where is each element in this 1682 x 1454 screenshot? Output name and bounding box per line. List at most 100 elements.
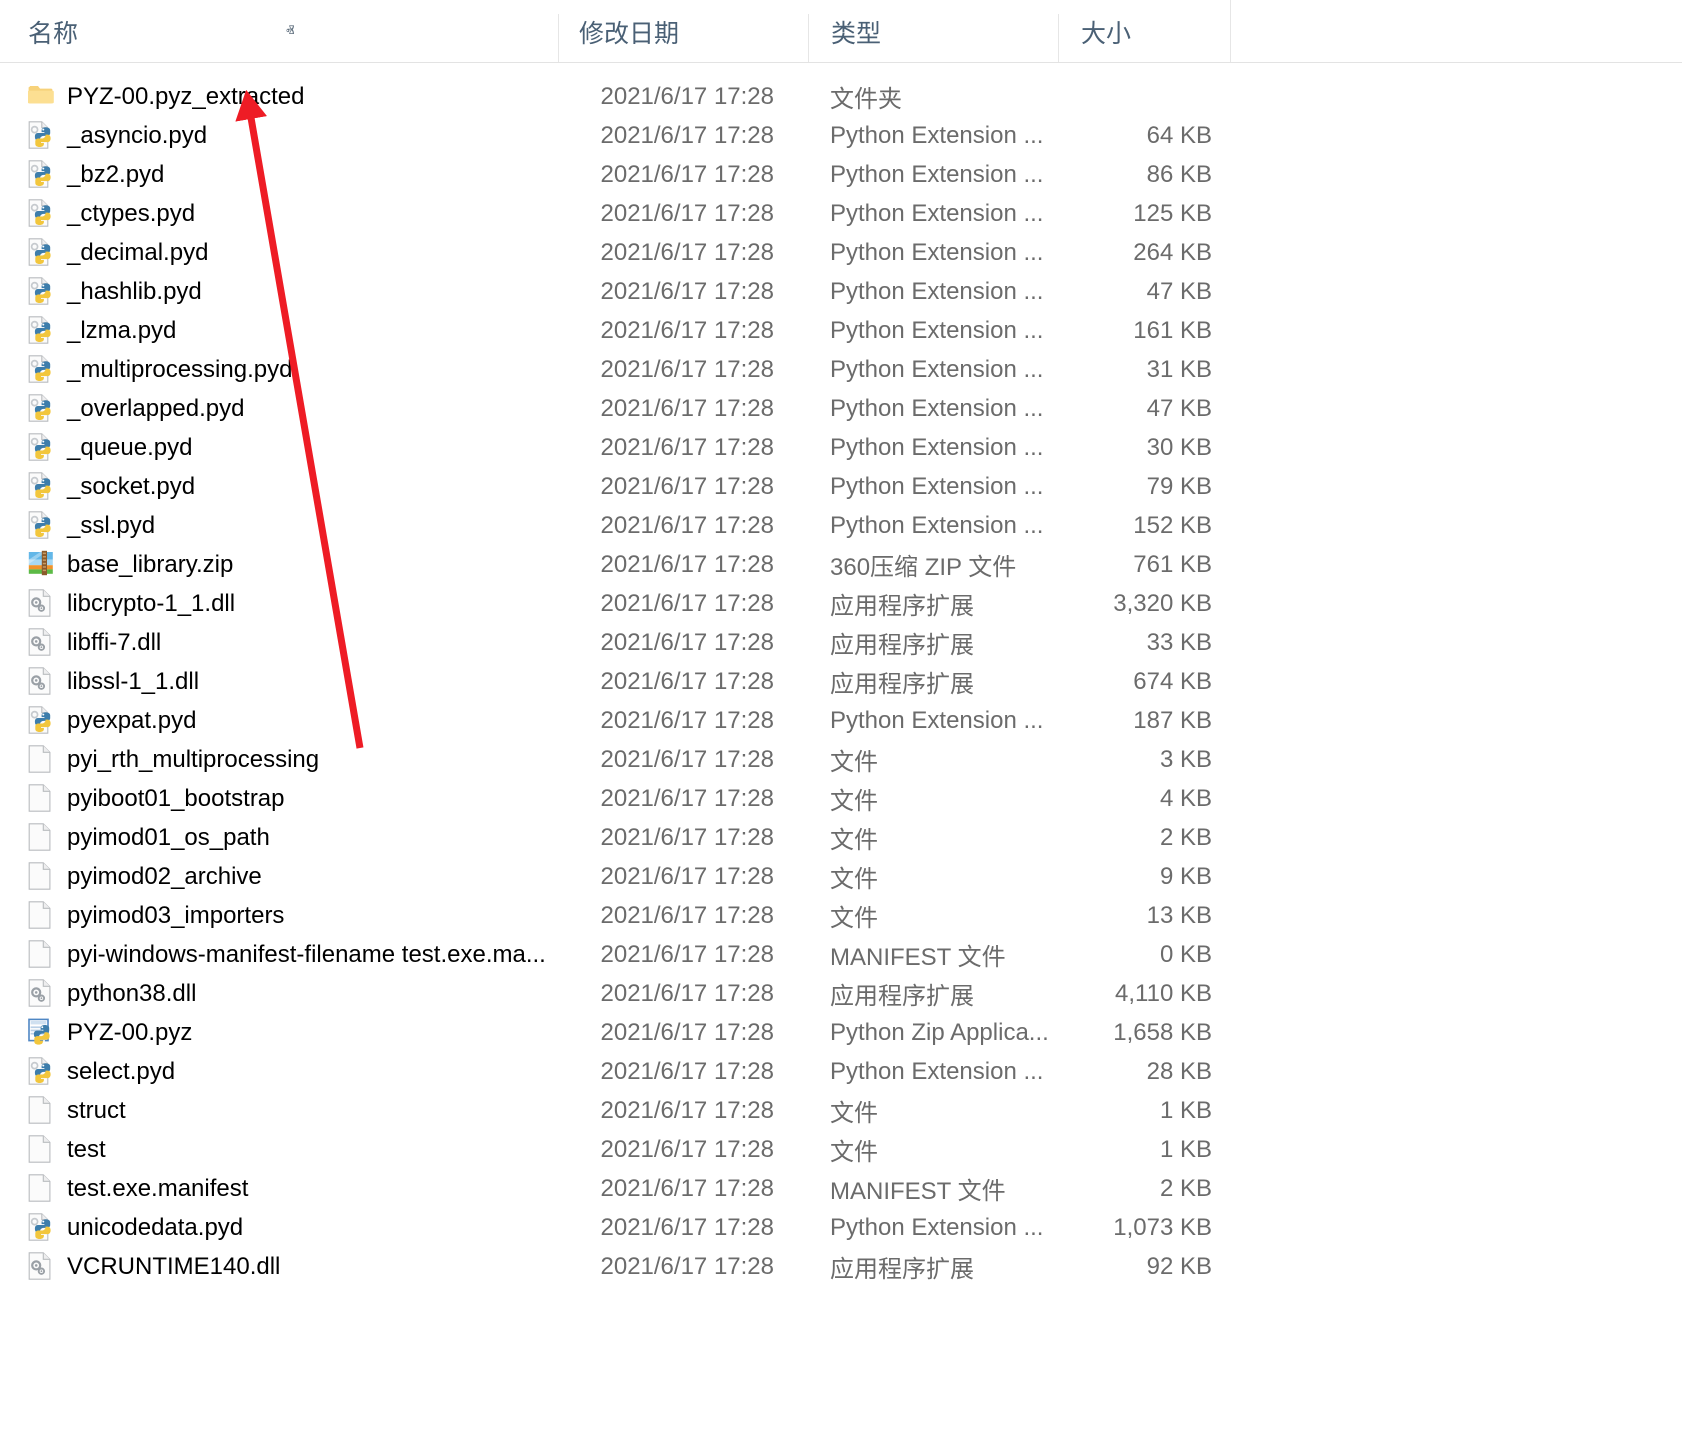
file-row[interactable]: _ssl.pyd 2021/6/17 17:28 Python Extension …	[0, 506, 1682, 545]
file-row[interactable]: pyi-windows-manifest-filename test.exe.m…	[0, 935, 1682, 974]
column-header-date-modified[interactable]: 修改日期	[558, 14, 808, 62]
file-name-cell[interactable]: _queue.pyd	[0, 432, 558, 463]
file-row[interactable]: unicodedata.pyd 2021/6/17 17:28 Python Ext…	[0, 1208, 1682, 1247]
file-size: 13 KB	[1146, 901, 1212, 929]
column-header-type[interactable]: 类型	[808, 14, 1058, 62]
file-type: 应用程序扩展	[830, 983, 974, 1010]
file-name-cell[interactable]: pyiboot01_bootstrap	[0, 783, 558, 814]
file-row[interactable]: test.exe.manifest 2021/6/17 17:28 MANIFEST…	[0, 1169, 1682, 1208]
python-zip-app-icon	[28, 1018, 54, 1048]
file-name-label: test	[67, 1135, 106, 1163]
file-name-cell[interactable]: _socket.pyd	[0, 471, 558, 502]
file-name-label: libssl-1_1.dll	[67, 667, 200, 695]
file-row[interactable]: base_library.zip 2021/6/17 17:28 360压缩 ZIP…	[0, 545, 1682, 584]
file-row[interactable]: pyexpat.pyd 2021/6/17 17:28 Python Extensi…	[0, 701, 1682, 740]
file-name-cell[interactable]: test.exe.manifest	[0, 1173, 558, 1204]
column-header-name[interactable]: 名称 ⱏ	[0, 14, 558, 62]
file-name-cell[interactable]: unicodedata.pyd	[0, 1212, 558, 1243]
file-date-modified: 2021/6/17 17:28	[600, 472, 775, 500]
file-name-cell[interactable]: python38.dll	[0, 978, 558, 1009]
file-name-cell[interactable]: libssl-1_1.dll	[0, 666, 558, 697]
file-name-label: _asyncio.pyd	[67, 121, 208, 149]
file-row[interactable]: libcrypto-1_1.dll 2021/6/17 17:28 应用程序扩展 3,…	[0, 584, 1682, 623]
file-type: MANIFEST 文件	[830, 1178, 1006, 1205]
file-name-cell[interactable]: libcrypto-1_1.dll	[0, 588, 558, 619]
file-name-cell[interactable]: PYZ-00.pyz_extracted	[0, 82, 558, 112]
file-size: 4,110 KB	[1115, 979, 1212, 1007]
file-row[interactable]: _asyncio.pyd 2021/6/17 17:28 Python Extens…	[0, 116, 1682, 155]
file-size: 2 KB	[1159, 1174, 1212, 1202]
file-row[interactable]: test 2021/6/17 17:28 文件 1 KB	[0, 1130, 1682, 1169]
file-name-label: libcrypto-1_1.dll	[67, 589, 236, 617]
file-date-modified: 2021/6/17 17:28	[600, 862, 775, 890]
file-date-modified: 2021/6/17 17:28	[600, 160, 775, 188]
file-name-label: _multiprocessing.pyd	[67, 355, 293, 383]
file-name-cell[interactable]: base_library.zip	[0, 550, 558, 580]
file-name-cell[interactable]: libffi-7.dll	[0, 627, 558, 658]
file-row[interactable]: _socket.pyd 2021/6/17 17:28 Python Extensi…	[0, 467, 1682, 506]
file-name-cell[interactable]: _decimal.pyd	[0, 237, 558, 268]
file-row[interactable]: PYZ-00.pyz 2021/6/17 17:28 Python Zip Appl…	[0, 1013, 1682, 1052]
file-name-cell[interactable]: pyimod03_importers	[0, 900, 558, 931]
file-name-cell[interactable]: _asyncio.pyd	[0, 120, 558, 151]
file-row[interactable]: pyimod01_os_path 2021/6/17 17:28 文件 2 KB	[0, 818, 1682, 857]
file-date-modified: 2021/6/17 17:28	[600, 238, 775, 266]
file-type: 文件	[830, 866, 878, 893]
python-extension-icon	[28, 159, 54, 190]
file-name-cell[interactable]: pyimod01_os_path	[0, 822, 558, 853]
file-name-cell[interactable]: pyi_rth_multiprocessing	[0, 744, 558, 775]
file-row[interactable]: VCRUNTIME140.dll 2021/6/17 17:28 应用程序扩展 92 …	[0, 1247, 1682, 1286]
file-row[interactable]: _overlapped.pyd 2021/6/17 17:28 Python Ext…	[0, 389, 1682, 428]
file-name-cell[interactable]: select.pyd	[0, 1056, 558, 1087]
file-name-cell[interactable]: pyimod02_archive	[0, 861, 558, 892]
file-row[interactable]: PYZ-00.pyz_extracted 2021/6/17 17:28 文件夹	[0, 77, 1682, 116]
file-row[interactable]: _ctypes.pyd 2021/6/17 17:28 Python Extensi…	[0, 194, 1682, 233]
file-row[interactable]: _queue.pyd 2021/6/17 17:28 Python Extensio…	[0, 428, 1682, 467]
file-row[interactable]: libssl-1_1.dll 2021/6/17 17:28 应用程序扩展 674 K…	[0, 662, 1682, 701]
file-name-cell[interactable]: _lzma.pyd	[0, 315, 558, 346]
file-row[interactable]: _hashlib.pyd 2021/6/17 17:28 Python Extens…	[0, 272, 1682, 311]
file-size: 125 KB	[1133, 199, 1212, 227]
file-name-label: pyi-windows-manifest-filename test.exe.m…	[67, 940, 546, 968]
file-row[interactable]: struct 2021/6/17 17:28 文件 1 KB	[0, 1091, 1682, 1130]
file-name-cell[interactable]: struct	[0, 1095, 558, 1126]
file-size: 47 KB	[1146, 394, 1212, 422]
file-name-cell[interactable]: _ssl.pyd	[0, 510, 558, 541]
file-row[interactable]: pyi_rth_multiprocessing 2021/6/17 17:28 文件…	[0, 740, 1682, 779]
file-name-cell[interactable]: _overlapped.pyd	[0, 393, 558, 424]
file-name-label: PYZ-00.pyz	[67, 1018, 193, 1046]
file-name-cell[interactable]: pyexpat.pyd	[0, 705, 558, 736]
file-name-cell[interactable]: VCRUNTIME140.dll	[0, 1251, 558, 1282]
file-name-cell[interactable]: PYZ-00.pyz	[0, 1018, 558, 1048]
file-size: 2 KB	[1159, 823, 1212, 851]
column-header-size[interactable]: 大小	[1058, 14, 1230, 62]
file-row[interactable]: pyimod03_importers 2021/6/17 17:28 文件 13 KB	[0, 896, 1682, 935]
file-size: 1 KB	[1159, 1135, 1212, 1163]
file-name-cell[interactable]: _multiprocessing.pyd	[0, 354, 558, 385]
file-date-modified: 2021/6/17 17:28	[600, 277, 775, 305]
file-row[interactable]: pyiboot01_bootstrap 2021/6/17 17:28 文件 4 KB	[0, 779, 1682, 818]
file-name-label: pyimod03_importers	[67, 901, 285, 929]
file-row[interactable]: select.pyd 2021/6/17 17:28 Python Extensio…	[0, 1052, 1682, 1091]
file-name-cell[interactable]: _bz2.pyd	[0, 159, 558, 190]
file-row[interactable]: pyimod02_archive 2021/6/17 17:28 文件 9 KB	[0, 857, 1682, 896]
blank-file-icon	[28, 1173, 54, 1204]
file-row[interactable]: libffi-7.dll 2021/6/17 17:28 应用程序扩展 33 KB	[0, 623, 1682, 662]
file-name-cell[interactable]: pyi-windows-manifest-filename test.exe.m…	[0, 939, 558, 970]
file-name-label: struct	[67, 1096, 126, 1124]
file-row[interactable]: _bz2.pyd 2021/6/17 17:28 Python Extension …	[0, 155, 1682, 194]
file-name-label: _decimal.pyd	[67, 238, 209, 266]
column-header-size-label: 大小	[1081, 20, 1132, 48]
file-row[interactable]: _decimal.pyd 2021/6/17 17:28 Python Extens…	[0, 233, 1682, 272]
file-name-cell[interactable]: _ctypes.pyd	[0, 198, 558, 229]
file-row[interactable]: _multiprocessing.pyd 2021/6/17 17:28 Pytho…	[0, 350, 1682, 389]
file-list-view: 名称 ⱏ 修改日期 类型 大小 PYZ-00.pyz_extracted 2021…	[0, 0, 1682, 1286]
dll-icon	[28, 627, 54, 658]
file-name-cell[interactable]: test	[0, 1134, 558, 1165]
file-row[interactable]: python38.dll 2021/6/17 17:28 应用程序扩展 4,110 K…	[0, 974, 1682, 1013]
file-name-cell[interactable]: _hashlib.pyd	[0, 276, 558, 307]
file-row[interactable]: _lzma.pyd 2021/6/17 17:28 Python Extension…	[0, 311, 1682, 350]
python-extension-icon	[28, 510, 54, 541]
file-date-modified: 2021/6/17 17:28	[600, 1018, 775, 1046]
file-size: 79 KB	[1146, 472, 1212, 500]
